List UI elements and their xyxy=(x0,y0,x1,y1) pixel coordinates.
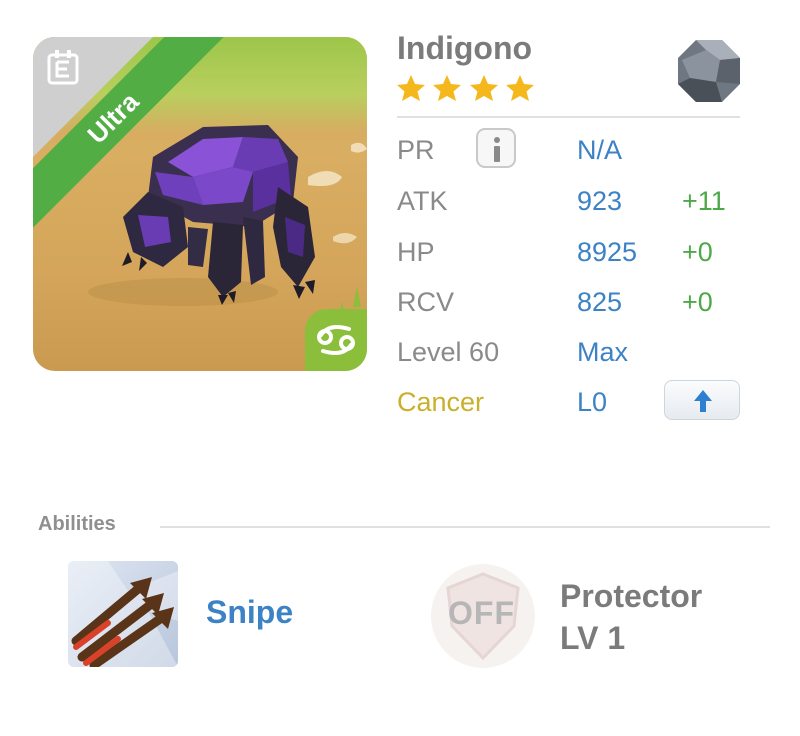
pr-label: PR xyxy=(397,135,435,165)
snipe-ability-icon[interactable] xyxy=(68,561,178,667)
cancer-zodiac-icon xyxy=(317,325,355,355)
star-icon xyxy=(506,75,535,101)
abilities-divider xyxy=(160,526,770,528)
protector-ability-name: Protector xyxy=(560,578,703,614)
level-value: Max xyxy=(577,337,629,367)
rcv-value: 825 xyxy=(577,287,623,317)
atk-label: ATK xyxy=(397,186,448,216)
hp-bonus: +0 xyxy=(682,237,713,267)
header-divider xyxy=(397,116,740,118)
level-up-button[interactable] xyxy=(664,380,740,420)
atk-bonus: +11 xyxy=(682,186,726,216)
zodiac-badge xyxy=(305,309,367,371)
ability-off-label: OFF xyxy=(448,595,515,631)
stone-gem-icon[interactable] xyxy=(676,38,742,104)
rcv-bonus: +0 xyxy=(682,287,713,317)
hp-label: HP xyxy=(397,237,435,267)
star-rating xyxy=(396,74,537,104)
arrow-up-icon xyxy=(694,390,712,412)
arrows-icon xyxy=(68,561,178,667)
info-icon xyxy=(494,137,500,143)
rcv-label: RCV xyxy=(397,287,455,317)
info-button[interactable] xyxy=(476,128,516,168)
star-icon xyxy=(397,75,425,101)
atk-value: 923 xyxy=(577,186,623,216)
egg-icon xyxy=(47,50,79,85)
sign-label: Cancer xyxy=(397,387,485,417)
snipe-ability-name[interactable]: Snipe xyxy=(206,594,293,631)
hp-value: 8925 xyxy=(577,237,638,267)
star-icon xyxy=(469,75,498,101)
monster-portrait[interactable]: Ultra xyxy=(33,37,367,371)
level-label: Level 60 xyxy=(397,337,500,367)
monster-name: Indigono xyxy=(397,30,533,66)
pr-value: N/A xyxy=(577,135,623,165)
star-icon xyxy=(433,75,462,101)
protector-ability-level: LV 1 xyxy=(560,620,626,656)
abilities-header: Abilities xyxy=(38,513,116,535)
sign-value: L0 xyxy=(577,387,608,417)
